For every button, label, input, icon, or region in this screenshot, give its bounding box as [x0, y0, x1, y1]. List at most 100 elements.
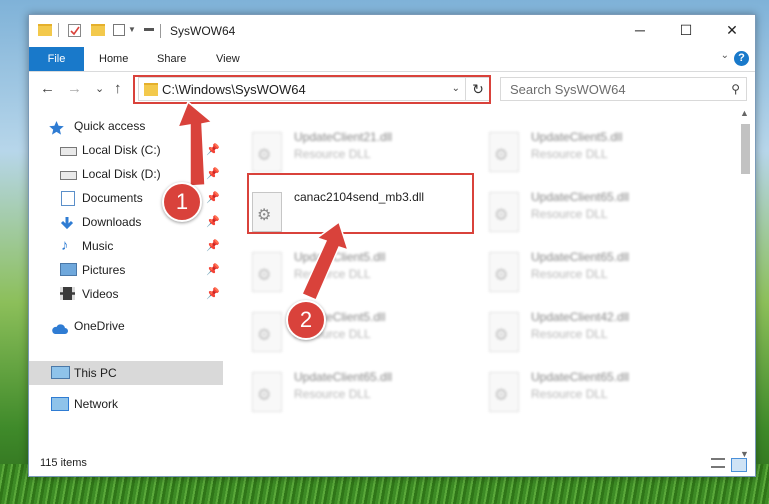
expand-ribbon-icon[interactable]: ⌄ — [721, 50, 729, 61]
recent-locations-button[interactable]: ⌄ — [95, 82, 104, 95]
file-item[interactable]: ⚙ UpdateClient65.dll Resource DLL — [242, 366, 472, 424]
file-item[interactable]: ⚙ UpdateClient5.dll Resource DLL — [479, 126, 709, 184]
file-item[interactable]: ⚙ UpdateClient5.dll Resource DLL — [242, 246, 472, 304]
pin-icon[interactable]: 📌 — [206, 162, 220, 186]
tab-share[interactable]: Share — [157, 47, 186, 71]
title-divider — [160, 24, 161, 38]
music-icon: ♪ — [61, 237, 69, 254]
sidebar-item-label: Local Disk (D:) — [82, 167, 161, 181]
sidebar-item-label: Pictures — [82, 263, 126, 277]
sidebar-item-label: Quick access — [74, 119, 146, 133]
window-title: SysWOW64 — [170, 24, 236, 38]
dll-file-icon: ⚙ — [489, 372, 519, 412]
maximize-button[interactable]: ☐ — [663, 15, 709, 46]
sidebar-item-label: Documents — [82, 191, 143, 205]
sidebar-item-music[interactable]: ♪ Music 📌 — [29, 234, 223, 258]
properties-icon[interactable] — [68, 24, 81, 37]
sidebar-item-quick-access[interactable]: Quick access — [29, 114, 223, 138]
file-name: UpdateClient42.dll — [531, 310, 630, 324]
tab-home[interactable]: Home — [99, 47, 128, 71]
file-type: Resource DLL — [531, 207, 608, 221]
file-item[interactable]: ⚙ UpdateClient65.dll Resource DLL — [479, 366, 709, 424]
file-list: ⚙ UpdateClient21.dll Resource DLL ⚙ Upda… — [234, 106, 740, 461]
sidebar-item-local-disk-c[interactable]: Local Disk (C:) 📌 — [29, 138, 223, 162]
pin-icon[interactable]: 📌 — [206, 258, 220, 282]
gear-icon: ⚙ — [257, 267, 272, 284]
tab-file[interactable]: File — [29, 47, 84, 71]
dll-file-icon: ⚙ — [252, 132, 282, 172]
step-2-badge: 2 — [286, 300, 326, 340]
sidebar-item-this-pc[interactable]: This PC — [29, 361, 223, 385]
file-name: UpdateClient65.dll — [531, 250, 630, 264]
close-button[interactable]: ✕ — [709, 15, 755, 46]
file-highlight-box — [247, 173, 474, 234]
large-icons-view-icon[interactable] — [731, 458, 747, 472]
scroll-thumb[interactable] — [741, 124, 750, 174]
file-explorer-window: ▼ ▬ SysWOW64 ─ ☐ ✕ File Home Share View … — [28, 14, 756, 477]
minimize-button[interactable]: ─ — [617, 15, 663, 46]
pin-icon[interactable]: 📌 — [206, 234, 220, 258]
details-view-icon[interactable] — [711, 458, 725, 468]
star-icon — [49, 119, 64, 135]
file-type: Resource DLL — [531, 327, 608, 341]
item-count: 115 items — [40, 457, 87, 469]
file-name: UpdateClient5.dll — [531, 130, 623, 144]
ribbon-tabs: File Home Share View ⌄ ? — [29, 47, 755, 72]
new-folder-icon[interactable] — [91, 24, 105, 36]
title-bar: ▼ ▬ SysWOW64 ─ ☐ ✕ — [29, 15, 755, 47]
dll-file-icon: ⚙ — [252, 312, 282, 352]
gear-icon: ⚙ — [257, 387, 272, 404]
drive-icon — [60, 171, 77, 180]
forward-button[interactable]: → — [67, 80, 82, 97]
gear-icon: ⚙ — [494, 387, 509, 404]
scroll-up-icon[interactable]: ▲ — [740, 108, 749, 118]
dll-file-icon: ⚙ — [489, 192, 519, 232]
folder-icon — [38, 24, 52, 36]
sidebar-item-videos[interactable]: Videos 📌 — [29, 282, 223, 306]
sidebar-item-label: Downloads — [82, 215, 142, 229]
file-item[interactable]: ⚙ UpdateClient5.dll Resource DLL — [242, 306, 472, 364]
sidebar-item-network[interactable]: Network — [29, 392, 223, 416]
pin-icon[interactable]: 📌 — [206, 186, 220, 210]
sidebar-item-onedrive[interactable]: OneDrive — [29, 314, 223, 338]
vertical-scrollbar[interactable]: ▲ ▼ — [737, 106, 753, 461]
sidebar-item-label: Videos — [82, 287, 119, 301]
file-type: Resource DLL — [531, 267, 608, 281]
dll-file-icon: ⚙ — [489, 132, 519, 172]
file-item[interactable]: ⚙ UpdateClient65.dll Resource DLL — [479, 186, 709, 244]
pin-icon[interactable]: 📌 — [206, 282, 220, 306]
file-item[interactable]: ⚙ UpdateClient42.dll Resource DLL — [479, 306, 709, 364]
file-name: UpdateClient65.dll — [531, 190, 630, 204]
up-button[interactable]: ↑ — [114, 80, 122, 97]
qat-dropdown-icon[interactable]: ▼ — [128, 25, 136, 34]
view-options-icon[interactable] — [113, 24, 125, 36]
dll-file-icon: ⚙ — [252, 372, 282, 412]
network-icon — [51, 397, 69, 411]
file-type: Resource DLL — [531, 147, 608, 161]
pin-icon[interactable]: 📌 — [206, 138, 220, 162]
search-input[interactable]: Search SysWOW64 — [510, 82, 626, 97]
file-type: Resource DLL — [531, 387, 608, 401]
file-type: Resource DLL — [294, 387, 371, 401]
help-icon[interactable]: ? — [734, 51, 749, 66]
sidebar-item-label: Local Disk (C:) — [82, 143, 161, 157]
sidebar-item-pictures[interactable]: Pictures 📌 — [29, 258, 223, 282]
search-box[interactable]: Search SysWOW64 ⚲ — [500, 77, 747, 101]
file-type: Resource DLL — [294, 147, 371, 161]
file-name: UpdateClient5.dll — [294, 250, 386, 264]
sidebar-item-label: Music — [82, 239, 114, 253]
customize-qat-icon[interactable]: ▬ — [144, 23, 154, 34]
status-bar: 115 items — [29, 454, 755, 476]
sidebar-item-label: OneDrive — [74, 319, 125, 333]
pin-icon[interactable]: 📌 — [206, 210, 220, 234]
documents-icon — [61, 191, 75, 206]
file-item[interactable]: ⚙ UpdateClient65.dll Resource DLL — [479, 246, 709, 304]
search-icon[interactable]: ⚲ — [731, 82, 740, 96]
gear-icon: ⚙ — [494, 147, 509, 164]
back-button[interactable]: ← — [40, 80, 55, 97]
sidebar-item-local-disk-d[interactable]: Local Disk (D:) 📌 — [29, 162, 223, 186]
tab-view[interactable]: View — [216, 47, 240, 71]
videos-icon — [60, 287, 75, 300]
dll-file-icon: ⚙ — [252, 252, 282, 292]
sidebar-item-label: Network — [74, 397, 119, 411]
